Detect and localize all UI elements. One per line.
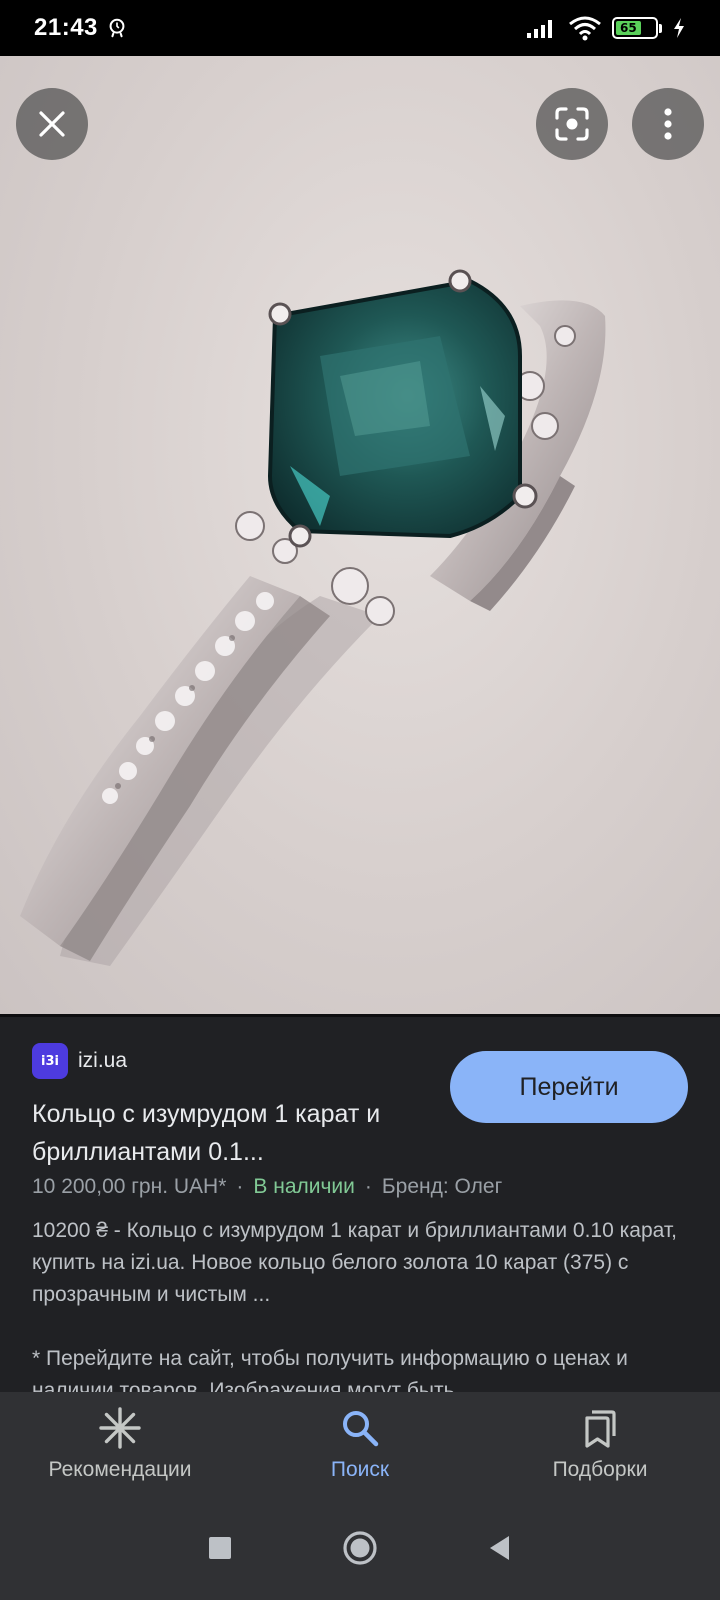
site-favicon: i3i: [32, 1043, 68, 1079]
home-icon: [343, 1531, 377, 1565]
collections-icon: [585, 1410, 616, 1448]
availability-badge: В наличии: [253, 1175, 355, 1198]
system-nav-bar: [0, 1496, 720, 1600]
image-viewer[interactable]: [0, 56, 720, 1014]
bottom-nav: Рекомендации Поиск Подборки: [0, 1392, 720, 1496]
disclaimer-note: * Перейдите на сайт, чтобы получить инфо…: [32, 1347, 628, 1392]
ring-photo: [20, 269, 606, 966]
charging-icon: [674, 18, 684, 38]
result-title[interactable]: Кольцо с изумрудом 1 карат и бриллиантам…: [32, 1095, 432, 1171]
battery-level: 65: [619, 21, 637, 35]
status-bar: 21:43 65: [0, 0, 720, 56]
back-button[interactable]: [476, 1524, 524, 1572]
sparkle-icon: [99, 1407, 141, 1449]
nav-item-search[interactable]: Поиск: [240, 1392, 480, 1496]
signal-icon: [527, 20, 552, 38]
alarm-icon: [109, 18, 125, 38]
nav-label-collections: Подборки: [552, 1458, 648, 1481]
result-panel: i3i izi.ua Перейти Кольцо с изумрудом 1 …: [0, 1014, 720, 1392]
more-menu-button[interactable]: [632, 88, 704, 160]
close-button[interactable]: [16, 88, 88, 160]
brand: Бренд: Олег: [381, 1175, 503, 1198]
more-vert-icon: [664, 108, 672, 140]
price: 10 200,00 грн. UAH*: [32, 1175, 227, 1198]
status-time: 21:43: [34, 14, 98, 41]
nav-label-recommendations: Рекомендации: [48, 1458, 192, 1481]
search-icon: [343, 1411, 379, 1447]
nav-item-collections[interactable]: Подборки: [480, 1392, 720, 1496]
goto-button[interactable]: Перейти: [450, 1051, 688, 1123]
result-description: 10200 ₴ - Кольцо с изумрудом 1 карат и б…: [32, 1219, 677, 1306]
nav-label-search: Поиск: [330, 1458, 390, 1481]
home-button[interactable]: [336, 1524, 384, 1572]
recents-icon: [209, 1537, 231, 1559]
result-meta: 10 200,00 грн. UAH* · В наличии · Бренд: Оле…: [32, 1175, 503, 1198]
battery-icon: 65: [612, 17, 662, 39]
lens-button[interactable]: [536, 88, 608, 160]
back-icon: [490, 1536, 509, 1560]
recents-button[interactable]: [196, 1524, 244, 1572]
nav-item-recommendations[interactable]: Рекомендации: [0, 1392, 240, 1496]
battery-fill: 65: [616, 21, 641, 35]
close-icon: [39, 111, 65, 137]
wifi-icon: [569, 16, 601, 41]
google-lens-icon: [555, 107, 589, 141]
source-row[interactable]: i3i izi.ua: [32, 1043, 127, 1079]
source-name: izi.ua: [78, 1049, 128, 1072]
